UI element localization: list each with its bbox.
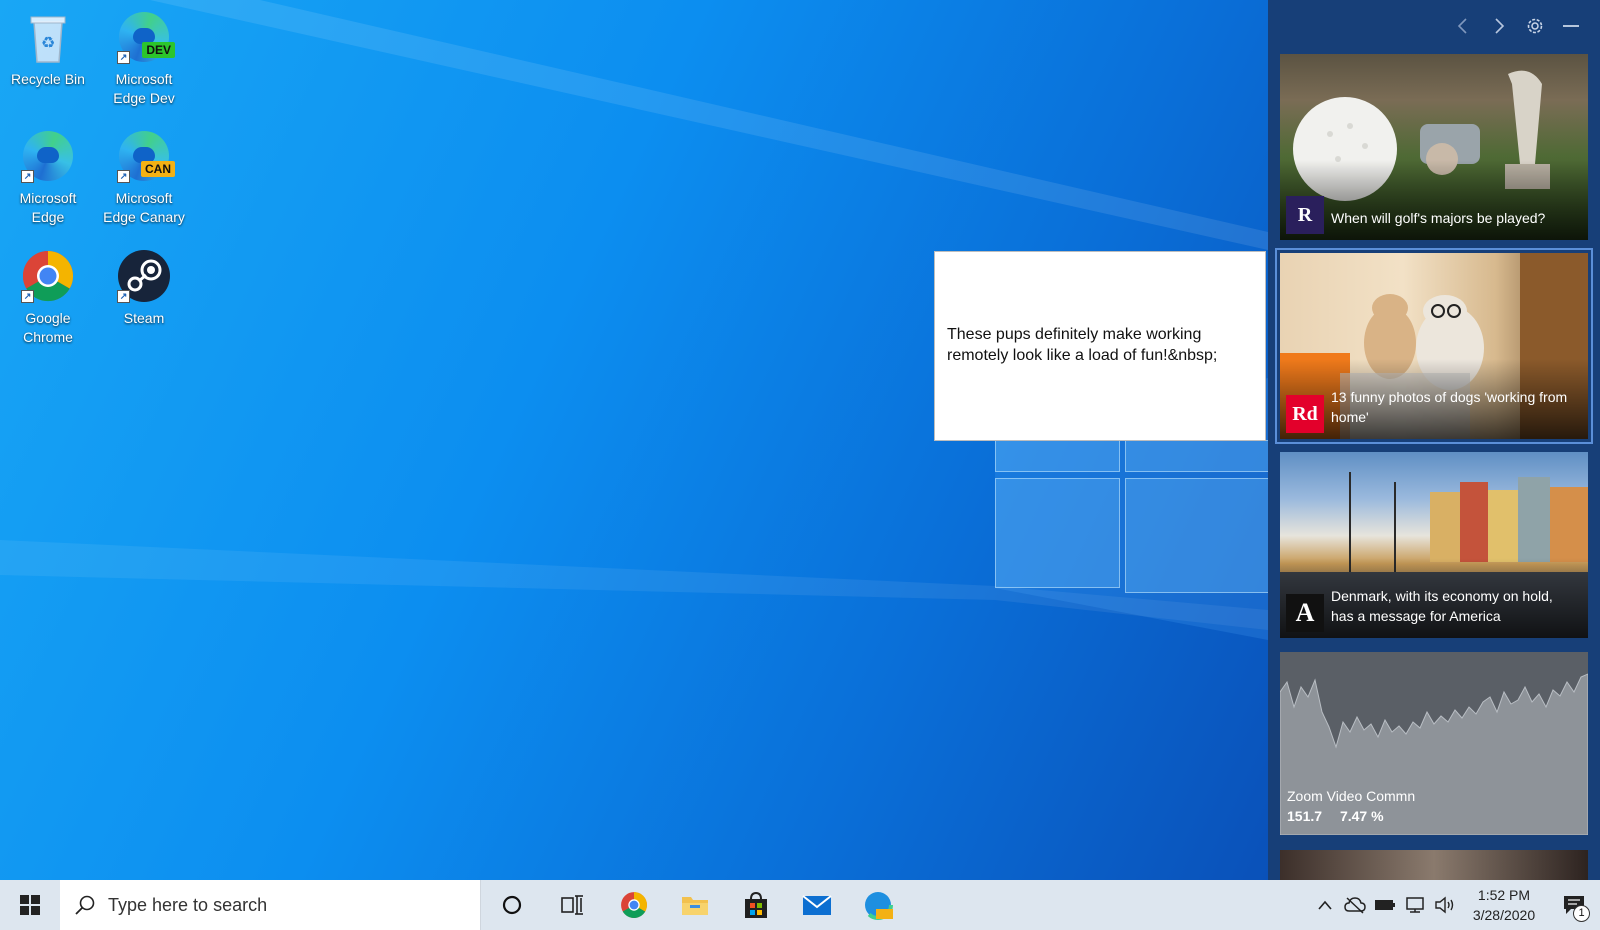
- stock-price: 151.7: [1287, 808, 1323, 824]
- shortcut-arrow-icon: ↗: [21, 170, 34, 183]
- speaker-icon: [1435, 896, 1454, 914]
- battery-tray-button[interactable]: [1370, 880, 1400, 930]
- chevron-up-icon: [1318, 900, 1332, 910]
- system-tray: 1:52 PM 3/28/2020 1: [1310, 880, 1600, 930]
- show-hidden-icons-button[interactable]: [1310, 880, 1340, 930]
- shortcut-arrow-icon: ↗: [117, 51, 130, 64]
- action-center-button[interactable]: 1: [1548, 880, 1600, 930]
- minimize-icon[interactable]: [1560, 15, 1582, 37]
- taskbar-file-explorer[interactable]: [664, 880, 725, 930]
- news-panel: R When will golf's majors be played? Rd …: [1268, 0, 1600, 880]
- start-button[interactable]: [0, 880, 60, 930]
- dev-tag: DEV: [142, 42, 175, 58]
- network-tray-button[interactable]: [1400, 880, 1430, 930]
- taskbar-chrome[interactable]: [603, 880, 664, 930]
- taskbar: 1:52 PM 3/28/2020 1: [0, 880, 1600, 930]
- chrome-icon: ↗: [19, 247, 77, 305]
- taskbar-edge-canary[interactable]: [847, 880, 908, 930]
- tooltip-text: These pups definitely make working remot…: [947, 326, 1218, 364]
- gear-icon[interactable]: [1524, 15, 1546, 37]
- canary-tag: CAN: [141, 161, 175, 177]
- desktop-icon-edge-dev[interactable]: DEV ↗ Microsoft Edge Dev: [98, 8, 190, 108]
- notification-count-badge: 1: [1573, 905, 1590, 922]
- edge-canary-icon: CAN ↗: [115, 127, 175, 185]
- desktop-icon-label: Microsoft Edge Canary: [103, 190, 185, 225]
- desktop-icon-label: Steam: [123, 310, 165, 326]
- news-headline: 13 funny photos of dogs 'working from ho…: [1331, 389, 1568, 425]
- volume-tray-button[interactable]: [1430, 880, 1460, 930]
- news-headline: Denmark, with its economy on hold, has a…: [1331, 588, 1553, 624]
- recycle-bin-icon: ♻: [19, 8, 77, 66]
- chevron-right-icon[interactable]: [1488, 15, 1510, 37]
- stock-change: 7.47 %: [1339, 808, 1384, 824]
- news-card[interactable]: R When will golf's majors be played?: [1280, 54, 1588, 240]
- svg-text:♻: ♻: [41, 33, 55, 52]
- source-logo: Rd: [1286, 395, 1324, 433]
- onedrive-tray-button[interactable]: [1340, 880, 1370, 930]
- search-input[interactable]: [108, 894, 448, 916]
- cortana-icon: [502, 895, 521, 915]
- source-logo: R: [1286, 196, 1324, 234]
- edge-icon: ↗: [19, 127, 77, 185]
- desktop-icon-label: Microsoft Edge: [19, 190, 77, 225]
- windows-logo-wallpaper: [995, 440, 1275, 630]
- source-logo: A: [1286, 594, 1324, 632]
- clock-date: 3/28/2020: [1472, 907, 1536, 923]
- windows-start-icon: [20, 895, 40, 915]
- stock-card[interactable]: Zoom Video Commn 151.7 7.47 %: [1280, 652, 1588, 835]
- search-icon: [75, 895, 95, 915]
- desktop-icon-edge[interactable]: ↗ Microsoft Edge: [2, 127, 94, 227]
- taskbar-store[interactable]: [725, 880, 786, 930]
- news-card[interactable]: A Denmark, with its economy on hold, has…: [1280, 452, 1588, 638]
- task-view-icon: [560, 895, 583, 915]
- mail-icon: [801, 895, 832, 915]
- cortana-button[interactable]: [481, 880, 542, 930]
- chevron-left-icon[interactable]: [1452, 15, 1474, 37]
- stock-values: 151.7 7.47 %: [1287, 808, 1398, 824]
- taskbar-clock[interactable]: 1:52 PM 3/28/2020: [1460, 885, 1548, 925]
- desktop-icon-steam[interactable]: ↗ Steam: [98, 247, 190, 328]
- desktop-icon-label: Google Chrome: [23, 310, 73, 345]
- edge-dev-icon: DEV ↗: [115, 8, 175, 66]
- store-icon: [744, 891, 767, 918]
- edge-canary-icon: [862, 890, 893, 920]
- file-explorer-icon: [681, 897, 708, 915]
- taskbar-search[interactable]: [60, 880, 481, 930]
- news-headline: When will golf's majors be played?: [1331, 210, 1546, 226]
- shortcut-arrow-icon: ↗: [21, 290, 34, 303]
- battery-icon: [1375, 900, 1395, 910]
- clock-time: 1:52 PM: [1477, 887, 1531, 903]
- desktop-icon-chrome[interactable]: ↗ Google Chrome: [2, 247, 94, 347]
- desktop-icon-recycle-bin[interactable]: ♻ Recycle Bin: [2, 8, 94, 89]
- news-tooltip: These pups definitely make working remot…: [934, 251, 1266, 441]
- steam-icon: ↗: [115, 247, 173, 305]
- news-card-partial[interactable]: [1280, 850, 1588, 880]
- desktop-icon-label: Recycle Bin: [11, 71, 85, 87]
- desktop-icon-label: Microsoft Edge Dev: [113, 71, 175, 106]
- stock-name: Zoom Video Commn: [1287, 788, 1416, 804]
- shortcut-arrow-icon: ↗: [117, 290, 130, 303]
- chrome-icon: [620, 892, 647, 918]
- cloud-offline-icon: [1344, 897, 1366, 914]
- panel-toolbar: [1268, 0, 1600, 52]
- desktop-icon-edge-canary[interactable]: CAN ↗ Microsoft Edge Canary: [98, 127, 190, 227]
- taskbar-mail[interactable]: [786, 880, 847, 930]
- task-view-button[interactable]: [542, 880, 603, 930]
- network-icon: [1406, 897, 1424, 913]
- shortcut-arrow-icon: ↗: [117, 170, 130, 183]
- news-card[interactable]: Rd 13 funny photos of dogs 'working from…: [1275, 248, 1593, 444]
